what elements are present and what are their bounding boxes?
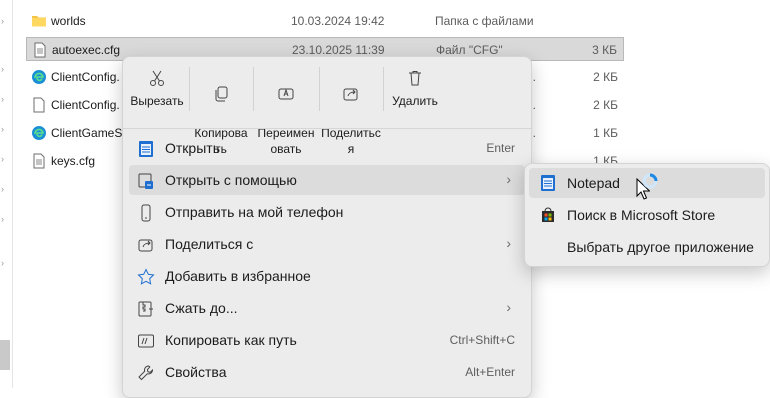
file-name: ClientConfig. [51,98,120,112]
menu-item-label: Копировать как путь [165,332,297,348]
zip-icon [138,301,153,317]
star-icon [137,268,155,285]
scissors-icon [150,70,164,86]
file-icon [33,153,45,169]
submenu-item-store[interactable]: Поиск в Microsoft Store [529,200,765,230]
shortcut-label: Ctrl+Shift+C [449,333,515,347]
file-date: 10.03.2024 19:42 [291,14,385,28]
share-icon [138,239,153,252]
chevron-right-icon[interactable]: › [1,184,9,194]
chevron-right-icon[interactable]: › [1,94,9,104]
file-name: keys.cfg [51,154,96,168]
edge-icon [32,70,46,84]
menu-item-label: Открыть [165,140,220,156]
store-icon [542,207,554,222]
chevron-right-icon: › [506,235,511,251]
file-date: 23.10.2025 11:39 [292,43,385,57]
menu-item-open[interactable]: Открыть Enter [129,133,525,163]
share-button[interactable]: Поделитьс я [321,63,381,156]
navigation-pane: › › › › › › › › [0,0,13,388]
menu-item-label: Открыть с помощью [165,172,297,188]
file-size: 2 КБ [593,98,618,112]
menu-item-label: Свойства [165,364,227,380]
chevron-right-icon: › [506,171,511,187]
chevron-right-icon[interactable]: › [1,258,9,268]
menu-item-label: Отправить на мой телефон [165,204,344,220]
divider [319,67,320,111]
quick-actions-bar: Вырезать Копирова ть Переимен овать Поде… [123,57,531,156]
file-type: Папка с файлами [435,14,534,28]
chevron-right-icon[interactable]: › [1,64,9,74]
menu-item-label: Добавить в избранное [165,268,311,284]
copy-button[interactable]: Копирова ть [191,63,251,156]
menu-item-label: Поделиться с [165,236,254,252]
submenu-item-label: Выбрать другое приложение [567,239,754,255]
file-size: 3 КБ [592,43,617,57]
menu-item-copy-path[interactable]: Копировать как путь Ctrl+Shift+C [129,325,525,355]
busy-spinner-icon [642,173,658,189]
cut-button[interactable]: Вырезать [127,63,187,125]
submenu-item-label: Поиск в Microsoft Store [567,207,716,223]
scrollbar-thumb[interactable] [0,340,10,370]
open-with-icon [138,173,153,189]
share-icon [343,88,358,101]
chevron-right-icon[interactable]: › [1,154,9,164]
submenu-item-label: Notepad [567,175,620,191]
menu-item-open-with[interactable]: Открыть с помощью › [129,165,525,195]
shortcut-label: Enter [486,141,515,155]
edge-icon [32,126,46,140]
trash-icon [409,71,421,86]
divider [383,67,384,111]
wrench-icon [138,365,154,381]
file-name: worlds [51,14,86,28]
shortcut-label: Alt+Enter [465,365,515,379]
menu-item-compress[interactable]: Сжать до... › [129,293,525,323]
menu-item-add-favorites[interactable]: Добавить в избранное [129,261,525,291]
divider [123,128,531,129]
file-icon [33,97,45,113]
notepad-icon [139,141,153,157]
file-name: autoexec.cfg [52,43,121,57]
delete-label: Удалить [392,94,438,108]
file-icon [34,42,46,58]
file-type: Файл "CFG" [436,43,503,57]
file-size: 1 КБ [593,126,618,140]
folder-icon [32,16,46,27]
file-name: ClientConfig. [51,70,120,84]
file-row[interactable]: worlds 10.03.2024 19:42 Папка с файлами [26,9,624,33]
menu-item-send-to-phone[interactable]: Отправить на мой телефон [129,197,525,227]
cut-label: Вырезать [130,94,184,108]
chevron-right-icon[interactable]: › [1,16,9,26]
submenu-item-choose-app[interactable]: Выбрать другое приложение [529,232,765,262]
path-icon [138,334,154,348]
chevron-right-icon: › [506,299,511,315]
rename-icon [278,88,294,100]
chevron-right-icon[interactable]: › [1,124,9,134]
file-size: 2 КБ [593,70,618,84]
notepad-icon [541,175,555,191]
copy-icon [215,86,228,102]
delete-button[interactable]: Удалить [385,63,445,125]
context-menu: Вырезать Копирова ть Переимен овать Поде… [122,56,532,398]
divider [189,67,190,111]
menu-item-properties[interactable]: Свойства Alt+Enter [129,357,525,387]
menu-item-label: Сжать до... [165,300,238,316]
menu-item-share-with[interactable]: Поделиться с › [129,229,525,259]
chevron-right-icon[interactable]: › [1,214,9,224]
rename-button[interactable]: Переимен овать [255,63,317,156]
file-name: ClientGameSe [51,126,130,140]
phone-icon [141,204,151,222]
divider [253,67,254,111]
